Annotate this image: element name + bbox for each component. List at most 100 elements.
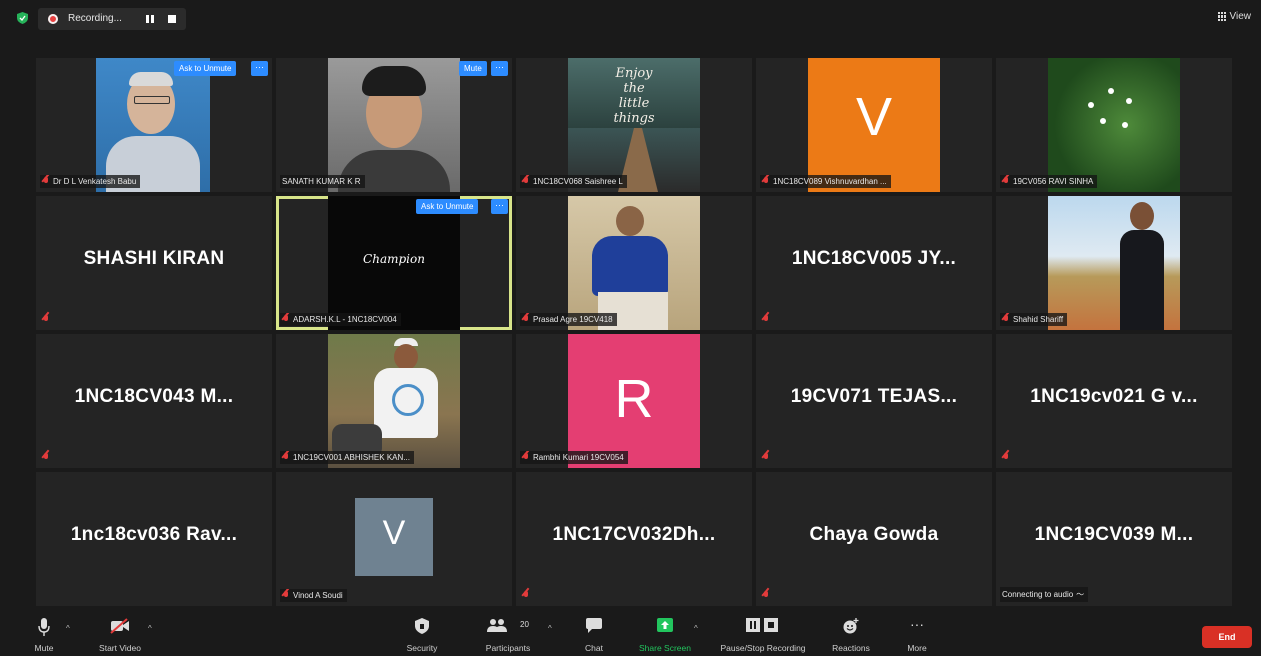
video-tile[interactable]: 1nc18cv036 Rav... [36, 472, 272, 606]
share-screen-label: Share Screen [639, 643, 691, 653]
pause-recording-icon[interactable] [146, 15, 155, 23]
muted-mic-icon [1002, 453, 1010, 462]
participant-name: 1NC19CV001 ABHISHEK KAN... [293, 453, 410, 462]
muted-mic-icon [42, 177, 50, 186]
view-button[interactable]: View [1217, 11, 1251, 22]
audio-status-tag: Connecting to audio 〜 [1000, 587, 1089, 602]
video-tile[interactable]: Prasad Agre 19CV418 [516, 196, 752, 330]
pause-stop-recording-label: Pause/Stop Recording [720, 643, 806, 653]
video-options-chevron-icon[interactable]: ^ [148, 624, 152, 633]
participants-options-chevron-icon[interactable]: ^ [548, 624, 552, 633]
participant-name: Rambhi Kumari 19CV054 [533, 453, 624, 462]
pause-stop-recording-button[interactable]: Pause/Stop Recording [712, 610, 814, 656]
muted-mic-icon [522, 453, 530, 462]
video-tile-active-speaker[interactable]: Champion Ask to Unmute ··· ADARSH.K.L - … [276, 196, 512, 330]
more-button[interactable]: ··· More [898, 610, 936, 656]
participant-display-name: 1nc18cv036 Rav... [70, 524, 238, 545]
avatar: V [808, 58, 940, 192]
participant-name-tag: SANATH KUMAR K R [280, 175, 365, 188]
mute-button[interactable]: Mute [459, 61, 487, 76]
video-tile[interactable]: 1NC18CV043 M... [36, 334, 272, 468]
muted-mic-icon [1002, 315, 1010, 324]
microphone-icon [38, 618, 50, 636]
more-label: More [907, 643, 927, 653]
audio-status-text: Connecting to audio [1002, 590, 1074, 599]
ask-to-unmute-button[interactable]: Ask to Unmute [174, 61, 237, 76]
muted-mic-icon [282, 315, 290, 324]
muted-mic-icon [762, 315, 770, 324]
poster-text: Enjoy [615, 66, 653, 81]
reactions-button[interactable]: Reactions [826, 610, 876, 656]
stop-recording-icon[interactable] [168, 15, 176, 23]
video-tile[interactable]: Mute ··· SANATH KUMAR K R [276, 58, 512, 192]
video-off-icon [110, 618, 129, 634]
participant-name-tag: Dr D L Venkatesh Babu [40, 175, 141, 188]
poster-text: things [613, 111, 655, 126]
recording-dot-icon [48, 14, 58, 24]
video-tile[interactable]: 1NC18CV005 JY... [756, 196, 992, 330]
participant-name: ADARSH.K.L - 1NC18CV004 [293, 315, 397, 324]
video-tile[interactable]: 1NC19CV001 ABHISHEK KAN... [276, 334, 512, 468]
avatar-letter: V [382, 514, 406, 552]
participant-photo [1048, 196, 1180, 330]
participants-button[interactable]: 20 Participants [478, 610, 538, 656]
muted-mic-icon [522, 315, 530, 324]
share-options-chevron-icon[interactable]: ^ [694, 624, 698, 633]
participant-name-tag: 1NC18CV089 Vishnuvardhan ... [760, 175, 891, 188]
champion-logo: Champion [363, 252, 425, 266]
more-options-button[interactable]: ··· [491, 61, 508, 76]
video-tile[interactable]: 1NC19cv021 G v... [996, 334, 1232, 468]
participant-name-tag: Prasad Agre 19CV418 [520, 313, 617, 326]
ask-to-unmute-button[interactable]: Ask to Unmute [416, 199, 479, 214]
security-button[interactable]: Security [400, 610, 444, 656]
participant-display-name: 1NC18CV005 JY... [791, 248, 957, 269]
participants-count: 20 [520, 620, 529, 629]
video-tile[interactable]: 19CV071 TEJAS... [756, 334, 992, 468]
muted-mic-icon [762, 453, 770, 462]
video-tile[interactable]: V 1NC18CV089 Vishnuvardhan ... [756, 58, 992, 192]
video-tile[interactable]: SHASHI KIRAN [36, 196, 272, 330]
participant-display-name: Chaya Gowda [809, 524, 939, 545]
security-shield-icon [17, 12, 28, 24]
mute-label: Mute [34, 643, 54, 653]
avatar: R [568, 334, 700, 468]
video-tile[interactable]: Enjoy the little things 1NC18CV068 Saish… [516, 58, 752, 192]
end-meeting-button[interactable]: End [1202, 626, 1252, 648]
participant-name-tag: Rambhi Kumari 19CV054 [520, 451, 628, 464]
video-tile[interactable]: R Rambhi Kumari 19CV054 [516, 334, 752, 468]
security-label: Security [406, 643, 438, 653]
mute-button[interactable]: Mute [26, 610, 62, 656]
avatar-letter: V [855, 87, 893, 147]
video-tile[interactable]: 1NC17CV032Dh... [516, 472, 752, 606]
video-tile[interactable]: V Vinod A Soudi [276, 472, 512, 606]
top-bar: Recording... View [0, 0, 1261, 36]
start-video-label: Start Video [99, 643, 141, 653]
video-tile[interactable]: Shahid Shariff [996, 196, 1232, 330]
participant-name-tag: 1NC19CV001 ABHISHEK KAN... [280, 451, 414, 464]
avatar-letter: R [614, 369, 654, 429]
more-options-button[interactable]: ··· [251, 61, 268, 76]
video-tile[interactable]: Chaya Gowda [756, 472, 992, 606]
chat-button[interactable]: Chat [578, 610, 610, 656]
more-options-button[interactable]: ··· [491, 199, 508, 214]
more-dots-icon: ··· [910, 616, 924, 632]
participant-display-name: SHASHI KIRAN [83, 248, 225, 269]
muted-mic-icon [42, 453, 50, 462]
participant-name: Vinod A Soudi [293, 591, 343, 600]
video-tile[interactable]: 19CV056 RAVI SINHA [996, 58, 1232, 192]
participant-photo [328, 334, 460, 468]
video-tile[interactable]: 1NC19CV039 M... Connecting to audio 〜 [996, 472, 1232, 606]
participant-name-tag: 19CV056 RAVI SINHA [1000, 175, 1098, 188]
video-tile[interactable]: Ask to Unmute ··· Dr D L Venkatesh Babu [36, 58, 272, 192]
participant-display-name: 1NC17CV032Dh... [552, 524, 716, 545]
participant-name-tag: Vinod A Soudi [280, 589, 347, 602]
share-screen-button[interactable]: Share Screen [634, 610, 696, 656]
audio-options-chevron-icon[interactable]: ^ [66, 624, 70, 633]
participant-name-tag: Shahid Shariff [1000, 313, 1068, 326]
meeting-toolbar: Mute ^ Start Video ^ Security 20 Partici… [0, 610, 1261, 656]
start-video-button[interactable]: Start Video [92, 610, 148, 656]
reactions-smiley-icon [843, 618, 859, 634]
participant-photo [96, 58, 210, 192]
share-screen-icon [657, 618, 673, 632]
chat-label: Chat [585, 643, 603, 653]
